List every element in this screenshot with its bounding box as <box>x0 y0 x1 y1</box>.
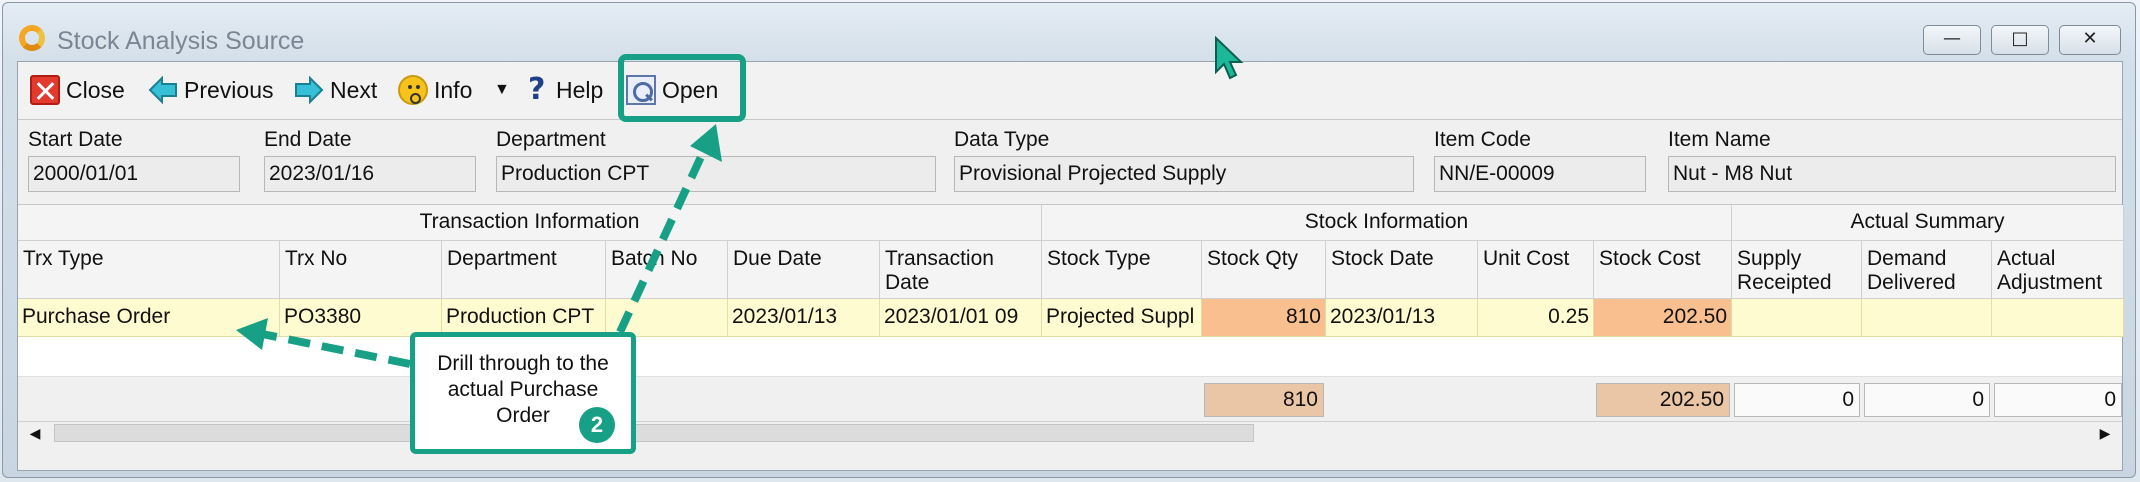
total-stock-qty: 810 <box>1204 383 1324 417</box>
toolbar: Close Previous Next Info ▼ ? Help Open <box>18 62 2122 120</box>
info-label: Info <box>434 76 473 103</box>
column-header-transaction-date[interactable]: Transaction Date <box>880 241 1042 299</box>
scrollbar-thumb[interactable] <box>54 424 1254 442</box>
cell-actual-adjustment[interactable] <box>1992 299 2124 337</box>
close-button[interactable]: Close <box>30 70 125 110</box>
end-date-label: End Date <box>264 128 352 151</box>
cell-due-date[interactable]: 2023/01/13 <box>728 299 880 337</box>
total-demand-delivered: 0 <box>1864 383 1990 417</box>
title-bar[interactable]: Stock Analysis Source — □ ✕ <box>3 3 2135 59</box>
start-date-label: Start Date <box>28 128 123 151</box>
column-header-department[interactable]: Department <box>442 241 606 299</box>
group-header-stock-information: Stock Information <box>1042 205 1732 241</box>
column-header-demand-delivered[interactable]: Demand Delivered <box>1862 241 1992 299</box>
stock-analysis-grid: Transaction Information Stock Informatio… <box>18 204 2124 443</box>
column-header-stock-type[interactable]: Stock Type <box>1042 241 1202 299</box>
empty-row <box>18 337 2122 377</box>
data-type-label: Data Type <box>954 128 1050 151</box>
column-header-stock-qty[interactable]: Stock Qty <box>1202 241 1326 299</box>
window-close-button[interactable]: ✕ <box>2059 25 2121 55</box>
column-header-supply-receipted[interactable]: Supply Receipted <box>1732 241 1862 299</box>
help-label: Help <box>556 76 604 103</box>
column-header-stock-date[interactable]: Stock Date <box>1326 241 1478 299</box>
previous-button[interactable]: Previous <box>148 70 273 110</box>
column-header-batch-no[interactable]: Batch No <box>606 241 728 299</box>
cell-transaction-date[interactable]: 2023/01/01 09 <box>880 299 1042 337</box>
cell-demand-delivered[interactable] <box>1862 299 1992 337</box>
help-button[interactable]: ? Help <box>528 70 603 110</box>
item-name-label: Item Name <box>1668 128 1771 151</box>
cell-stock-type[interactable]: Projected Suppl <box>1042 299 1202 337</box>
item-code-label: Item Code <box>1434 128 1531 151</box>
next-label: Next <box>330 76 378 103</box>
info-dropdown-button[interactable]: ▼ <box>494 70 510 110</box>
department-field: Production CPT <box>496 156 936 192</box>
end-date-field: 2023/01/16 <box>264 156 476 192</box>
total-actual-adjustment: 0 <box>1994 383 2122 417</box>
column-header-actual-adjustment[interactable]: Actual Adjustment <box>1992 241 2124 299</box>
group-header-transaction-information: Transaction Information <box>18 205 1042 241</box>
close-icon <box>30 75 60 105</box>
window-client-area: Close Previous Next Info ▼ ? Help Open S… <box>17 61 2124 471</box>
next-button[interactable]: Next <box>294 70 377 110</box>
totals-row: 810 202.50 0 0 0 <box>18 377 2122 421</box>
arrow-right-icon <box>295 75 324 105</box>
smiley-info-icon <box>398 75 428 105</box>
cell-supply-receipted[interactable] <box>1732 299 1862 337</box>
open-button-highlight <box>618 54 746 122</box>
column-header-trx-type[interactable]: Trx Type <box>18 241 280 299</box>
column-header-stock-cost[interactable]: Stock Cost <box>1594 241 1732 299</box>
close-label: Close <box>66 76 125 103</box>
cell-trx-type[interactable]: Purchase Order <box>18 299 280 337</box>
item-name-field: Nut - M8 Nut <box>1668 156 2116 192</box>
arrow-left-icon <box>148 75 177 105</box>
horizontal-scrollbar[interactable]: ◀ ▶ <box>18 421 2122 443</box>
step-number-badge: 2 <box>579 407 615 443</box>
app-logo-icon <box>19 25 45 51</box>
maximize-button[interactable]: □ <box>1991 25 2049 55</box>
info-button[interactable]: Info <box>398 70 472 110</box>
cell-stock-cost[interactable]: 202.50 <box>1594 299 1732 337</box>
stock-analysis-source-window: Stock Analysis Source — □ ✕ Close Previo… <box>2 2 2136 478</box>
previous-label: Previous <box>184 76 274 103</box>
group-header-actual-summary: Actual Summary <box>1732 205 2124 241</box>
start-date-field: 2000/01/01 <box>28 156 240 192</box>
total-stock-cost: 202.50 <box>1596 383 1730 417</box>
cell-stock-qty[interactable]: 810 <box>1202 299 1326 337</box>
data-type-field: Provisional Projected Supply <box>954 156 1414 192</box>
scroll-left-icon[interactable]: ◀ <box>24 422 46 444</box>
cell-unit-cost[interactable]: 0.25 <box>1478 299 1594 337</box>
item-code-field: NN/E-00009 <box>1434 156 1646 192</box>
question-mark-icon: ? <box>528 72 546 107</box>
filter-fields: Start Date 2000/01/01 End Date 2023/01/1… <box>18 122 2122 206</box>
screen: Stock Analysis Source — □ ✕ Close Previo… <box>0 0 2140 482</box>
column-header-due-date[interactable]: Due Date <box>728 241 880 299</box>
department-label: Department <box>496 128 606 151</box>
mouse-cursor-icon <box>1215 36 1244 80</box>
scroll-right-icon[interactable]: ▶ <box>2094 422 2116 444</box>
cell-stock-date[interactable]: 2023/01/13 <box>1326 299 1478 337</box>
window-title: Stock Analysis Source <box>57 27 305 55</box>
minimize-button[interactable]: — <box>1923 25 1981 55</box>
column-header-trx-no[interactable]: Trx No <box>280 241 442 299</box>
column-header-unit-cost[interactable]: Unit Cost <box>1478 241 1594 299</box>
total-supply-receipted: 0 <box>1734 383 1860 417</box>
drill-through-callout: Drill through to the actual Purchase Ord… <box>410 332 636 454</box>
